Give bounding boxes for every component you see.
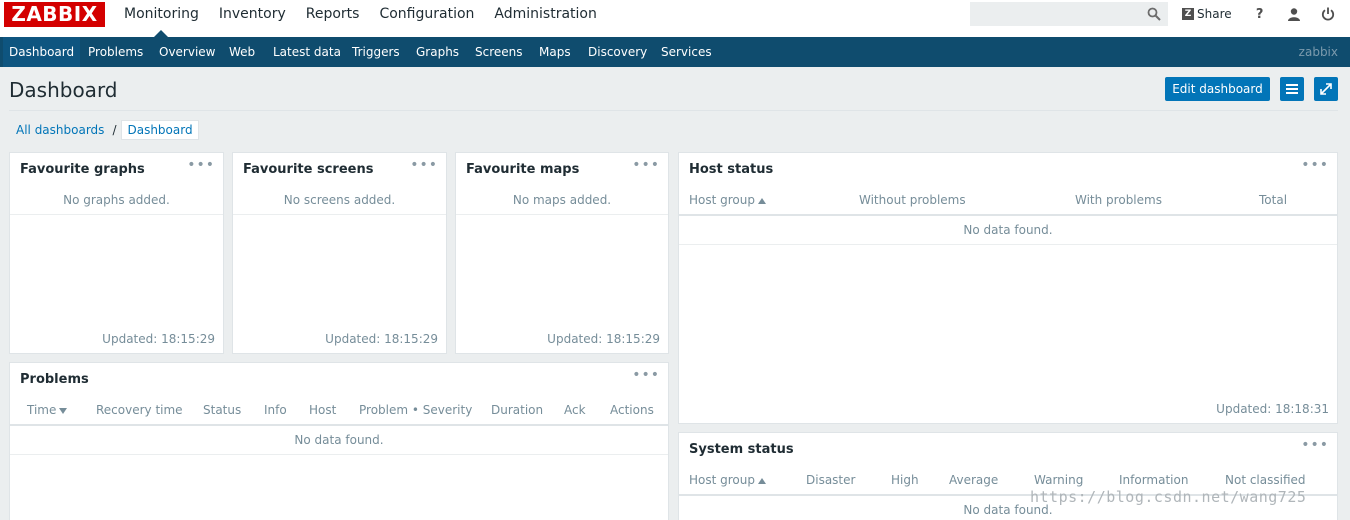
fullscreen-icon bbox=[1320, 83, 1332, 95]
divider bbox=[679, 244, 1337, 245]
fullscreen-button[interactable] bbox=[1314, 77, 1338, 101]
help-icon[interactable]: ? bbox=[1252, 6, 1268, 22]
zabbix-logo[interactable]: ZABBIX bbox=[4, 2, 105, 27]
sub-menu-latest-data[interactable]: Latest data bbox=[273, 37, 341, 67]
current-user: zabbix bbox=[1298, 45, 1338, 59]
column-ack: Ack bbox=[564, 403, 586, 417]
main-menu: Monitoring Inventory Reports Configurati… bbox=[114, 0, 607, 37]
widget-menu-icon[interactable]: ••• bbox=[1301, 157, 1329, 173]
column-high: High bbox=[891, 473, 919, 487]
share-label: Share bbox=[1197, 7, 1232, 21]
empty-message: No graphs added. bbox=[63, 193, 170, 207]
column-info: Info bbox=[264, 403, 287, 417]
column-actions: Actions bbox=[610, 403, 654, 417]
breadcrumb: All dashboards / Dashboard bbox=[9, 119, 199, 141]
top-icons: Z Share ? bbox=[1182, 0, 1350, 28]
widget-title: Favourite screens bbox=[243, 162, 374, 177]
watermark: https://blog.csdn.net/wang725 bbox=[1030, 488, 1307, 506]
widget-menu-icon[interactable]: ••• bbox=[632, 367, 660, 383]
column-duration: Duration bbox=[491, 403, 544, 417]
empty-message: No data found. bbox=[963, 223, 1053, 237]
empty-message: No maps added. bbox=[512, 193, 612, 207]
empty-message: No data found. bbox=[294, 433, 384, 447]
widget-system-status: System status ••• Host group Disaster Hi… bbox=[678, 432, 1338, 520]
main-menu-reports[interactable]: Reports bbox=[296, 0, 370, 37]
divider bbox=[456, 214, 668, 215]
dashboard-actions-button[interactable] bbox=[1280, 77, 1304, 101]
widget-title: Host status bbox=[689, 162, 774, 177]
sub-menu-graphs[interactable]: Graphs bbox=[416, 37, 459, 67]
sub-menu-discovery[interactable]: Discovery bbox=[588, 37, 647, 67]
sort-down-icon bbox=[59, 407, 68, 414]
column-total: Total bbox=[1259, 193, 1288, 207]
user-profile-icon[interactable] bbox=[1286, 6, 1302, 22]
sub-menu-overview[interactable]: Overview bbox=[159, 37, 216, 67]
sub-menu-screens[interactable]: Screens bbox=[475, 37, 523, 67]
column-disaster: Disaster bbox=[806, 473, 856, 487]
updated-time: Updated: 18:15:29 bbox=[102, 332, 215, 346]
widget-favourite-maps: Favourite maps ••• No maps added. Update… bbox=[455, 152, 669, 354]
page-title: Dashboard bbox=[9, 78, 118, 102]
sub-menu-maps[interactable]: Maps bbox=[539, 37, 571, 67]
main-menu-inventory[interactable]: Inventory bbox=[209, 0, 296, 37]
column-average: Average bbox=[949, 473, 999, 487]
main-menu-monitoring[interactable]: Monitoring bbox=[114, 0, 209, 37]
breadcrumb-current[interactable]: Dashboard bbox=[121, 120, 199, 140]
column-status: Status bbox=[203, 403, 242, 417]
column-host: Host bbox=[309, 403, 337, 417]
widget-menu-icon[interactable]: ••• bbox=[632, 157, 660, 173]
sub-menu-services[interactable]: Services bbox=[661, 37, 712, 67]
share-z-icon: Z bbox=[1182, 8, 1194, 20]
column-host-group[interactable]: Host group bbox=[689, 473, 766, 487]
widget-title: Favourite maps bbox=[466, 162, 580, 177]
top-bar: ZABBIX Monitoring Inventory Reports Conf… bbox=[0, 0, 1350, 37]
column-warning: Warning bbox=[1034, 473, 1084, 487]
sort-up-icon bbox=[758, 197, 766, 204]
updated-time: Updated: 18:15:29 bbox=[325, 332, 438, 346]
column-host-group[interactable]: Host group bbox=[689, 193, 766, 207]
updated-time: Updated: 18:18:31 bbox=[1216, 402, 1329, 416]
column-without-problems: Without problems bbox=[859, 193, 966, 207]
widget-menu-icon[interactable]: ••• bbox=[187, 157, 215, 173]
sub-menu-web[interactable]: Web bbox=[229, 37, 255, 67]
breadcrumb-all-dashboards[interactable]: All dashboards bbox=[9, 123, 111, 137]
empty-message: No screens added. bbox=[283, 193, 396, 207]
widget-problems: Problems ••• Time Recovery time Status I… bbox=[9, 362, 669, 520]
main-menu-administration[interactable]: Administration bbox=[484, 0, 606, 37]
breadcrumb-separator: / bbox=[112, 123, 117, 137]
search-input[interactable] bbox=[970, 2, 1168, 26]
sign-out-icon[interactable] bbox=[1320, 6, 1336, 22]
column-with-problems: With problems bbox=[1075, 193, 1162, 207]
header-divider bbox=[9, 110, 1338, 111]
header-divider bbox=[679, 214, 1337, 216]
widget-title: Favourite graphs bbox=[20, 162, 145, 177]
divider bbox=[10, 214, 223, 215]
sort-up-icon bbox=[758, 477, 766, 484]
column-recovery-time: Recovery time bbox=[96, 403, 183, 417]
widget-favourite-screens: Favourite screens ••• No screens added. … bbox=[232, 152, 447, 354]
updated-time: Updated: 18:15:29 bbox=[547, 332, 660, 346]
widget-title: System status bbox=[689, 442, 794, 457]
column-problem-severity: Problem • Severity bbox=[359, 403, 473, 417]
search-icon[interactable] bbox=[1147, 7, 1161, 21]
share-button[interactable]: Z Share bbox=[1182, 7, 1232, 21]
widget-menu-icon[interactable]: ••• bbox=[1301, 437, 1329, 453]
widget-favourite-graphs: Favourite graphs ••• No graphs added. Up… bbox=[9, 152, 224, 354]
sub-menu-triggers[interactable]: Triggers bbox=[352, 37, 400, 67]
divider bbox=[233, 214, 446, 215]
sub-menu-problems[interactable]: Problems bbox=[88, 37, 143, 67]
sub-menu-dashboard[interactable]: Dashboard bbox=[3, 37, 81, 67]
divider bbox=[10, 454, 668, 455]
header-divider bbox=[10, 424, 668, 426]
widget-title: Problems bbox=[20, 372, 89, 387]
menu-icon bbox=[1286, 84, 1298, 94]
widget-host-status: Host status ••• Host group Without probl… bbox=[678, 152, 1338, 424]
column-information: Information bbox=[1119, 473, 1189, 487]
main-menu-configuration[interactable]: Configuration bbox=[369, 0, 484, 37]
column-not-classified: Not classified bbox=[1225, 473, 1306, 487]
widget-menu-icon[interactable]: ••• bbox=[410, 157, 438, 173]
column-time[interactable]: Time bbox=[27, 403, 68, 417]
sub-menu: Dashboard Problems Overview Web Latest d… bbox=[0, 37, 1350, 67]
edit-dashboard-button[interactable]: Edit dashboard bbox=[1165, 77, 1270, 101]
